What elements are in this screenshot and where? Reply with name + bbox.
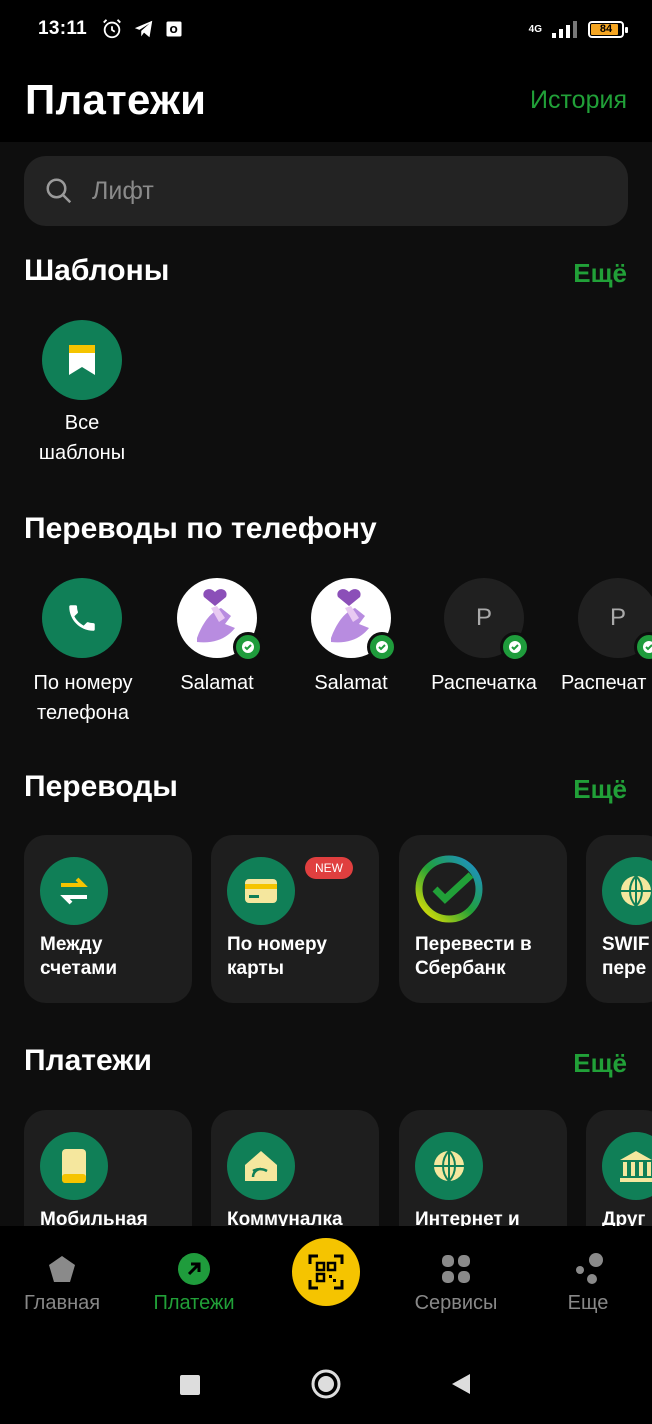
card-label: SWIF пере	[602, 934, 650, 979]
svg-text:O: O	[170, 25, 178, 36]
templates-title: Шаблоны	[24, 254, 170, 287]
nav-more[interactable]: Еще	[556, 1252, 620, 1315]
contact-avatar-salamat-2[interactable]	[311, 578, 397, 662]
transfer-by-phone-label-line2: телефона	[37, 702, 129, 724]
card-label: Друг	[602, 1209, 646, 1226]
recent-apps-icon[interactable]	[179, 1374, 201, 1396]
contact-name-raspechatka: Распечатка	[431, 672, 537, 694]
mobile-payment-card[interactable]: Мобильная	[24, 1110, 192, 1226]
search-placeholder: Лифт	[92, 176, 154, 205]
house-wifi-icon	[227, 1132, 295, 1200]
battery-level: 84	[599, 23, 613, 35]
transfer-to-sberbank-card[interactable]: Перевести в Сбербанк	[399, 835, 567, 1003]
phone-icon	[69, 605, 95, 631]
contact-name-salamat-1: Salamat	[180, 672, 254, 694]
qr-scan-button[interactable]	[292, 1238, 360, 1306]
internet-payment-card[interactable]: Интернет и	[399, 1110, 567, 1226]
globe-icon	[602, 857, 652, 925]
transfer-by-phone-label: По номеру телефона	[16, 668, 150, 728]
alarm-icon	[103, 19, 121, 39]
mobile-phone-icon	[40, 1132, 108, 1200]
home-circle-icon[interactable]	[310, 1368, 342, 1400]
qr-code-icon	[308, 1254, 344, 1290]
main-content[interactable]: Лифт Шаблоны Ещё Все шаблоны Переводы по…	[0, 142, 652, 1226]
all-templates-label-line2: шаблоны	[38, 442, 126, 464]
contact-avatar-raspechat-2[interactable]: Р	[578, 578, 652, 662]
card-label: По номеру карты	[227, 934, 327, 979]
verified-badge-icon	[367, 632, 397, 662]
bottom-navigation: Главная Платежи Сервисы Еще	[0, 1226, 652, 1344]
other-payment-card[interactable]: Друг	[586, 1110, 652, 1226]
phone-transfers-title: Переводы по телефону	[24, 512, 377, 545]
status-bar: 13:11 O 4G 84	[0, 0, 652, 58]
history-link[interactable]: История	[530, 86, 627, 115]
transfer-between-accounts-card[interactable]: Между счетами	[24, 835, 192, 1003]
verified-badge-icon	[634, 632, 652, 662]
telegram-icon	[134, 20, 153, 38]
nav-home-label: Главная	[23, 1292, 101, 1314]
card-label: Перевести в Сбербанк	[415, 934, 532, 979]
all-templates-label: Все шаблоны	[20, 408, 144, 468]
system-navigation-bar	[0, 1344, 652, 1424]
credit-card-icon	[227, 857, 295, 925]
more-dots-icon	[571, 1252, 605, 1286]
signal-icon	[552, 21, 577, 38]
contact-avatar-raspechatka[interactable]: Р	[444, 578, 530, 662]
all-templates-label-line1: Все	[64, 412, 100, 434]
sberbank-logo-icon	[413, 853, 485, 925]
all-templates-button[interactable]	[42, 320, 122, 400]
transfer-by-phone-button[interactable]	[42, 578, 122, 658]
nav-services-label: Сервисы	[414, 1292, 498, 1314]
page-title: Платежи	[25, 76, 207, 123]
bank-building-icon	[602, 1132, 652, 1200]
globe-icon	[415, 1132, 483, 1200]
nav-more-label: Еще	[567, 1292, 609, 1314]
page-header: Платежи История	[0, 58, 652, 142]
transfer-by-card-number-card[interactable]: NEW По номеру карты	[211, 835, 379, 1003]
contact-name-salamat-2: Salamat	[314, 672, 388, 694]
status-time: 13:11	[38, 18, 88, 39]
transfers-more-link[interactable]: Ещё	[573, 774, 627, 805]
network-label: 4G	[528, 23, 542, 35]
new-badge: NEW	[305, 857, 353, 879]
payments-arrow-icon	[177, 1252, 211, 1286]
search-icon	[46, 178, 72, 204]
back-triangle-icon[interactable]	[450, 1372, 472, 1396]
nav-payments-label: Платежи	[153, 1292, 235, 1314]
search-input[interactable]: Лифт	[24, 156, 628, 226]
card-label: Интернет и	[415, 1209, 520, 1226]
contact-avatar-salamat-1[interactable]	[177, 578, 263, 662]
contact-name-raspechat-2: Распечат	[561, 672, 647, 694]
bookmark-icon	[69, 345, 95, 375]
services-grid-icon	[439, 1252, 473, 1286]
card-label: Коммуналка	[227, 1209, 343, 1226]
payments-more-link[interactable]: Ещё	[573, 1048, 627, 1079]
verified-badge-icon	[233, 632, 263, 662]
card-label: Между счетами	[40, 934, 118, 979]
home-icon	[45, 1252, 79, 1286]
nav-services[interactable]: Сервисы	[408, 1252, 504, 1315]
exchange-arrows-icon	[40, 857, 108, 925]
transfers-title: Переводы	[24, 770, 178, 803]
status-icons: O	[101, 18, 183, 40]
nav-payments[interactable]: Платежи	[146, 1252, 242, 1315]
card-label: Мобильная	[40, 1209, 148, 1226]
utilities-payment-card[interactable]: Коммуналка	[211, 1110, 379, 1226]
battery-icon: 84	[588, 20, 628, 38]
nav-home[interactable]: Главная	[20, 1252, 104, 1315]
verified-badge-icon	[500, 632, 530, 662]
payments-title: Платежи	[24, 1044, 152, 1077]
transfer-by-phone-label-line1: По номеру	[33, 672, 133, 694]
swift-transfer-card[interactable]: SWIF пере	[586, 835, 652, 1003]
outlook-icon: O	[166, 21, 182, 37]
templates-more-link[interactable]: Ещё	[573, 258, 627, 289]
